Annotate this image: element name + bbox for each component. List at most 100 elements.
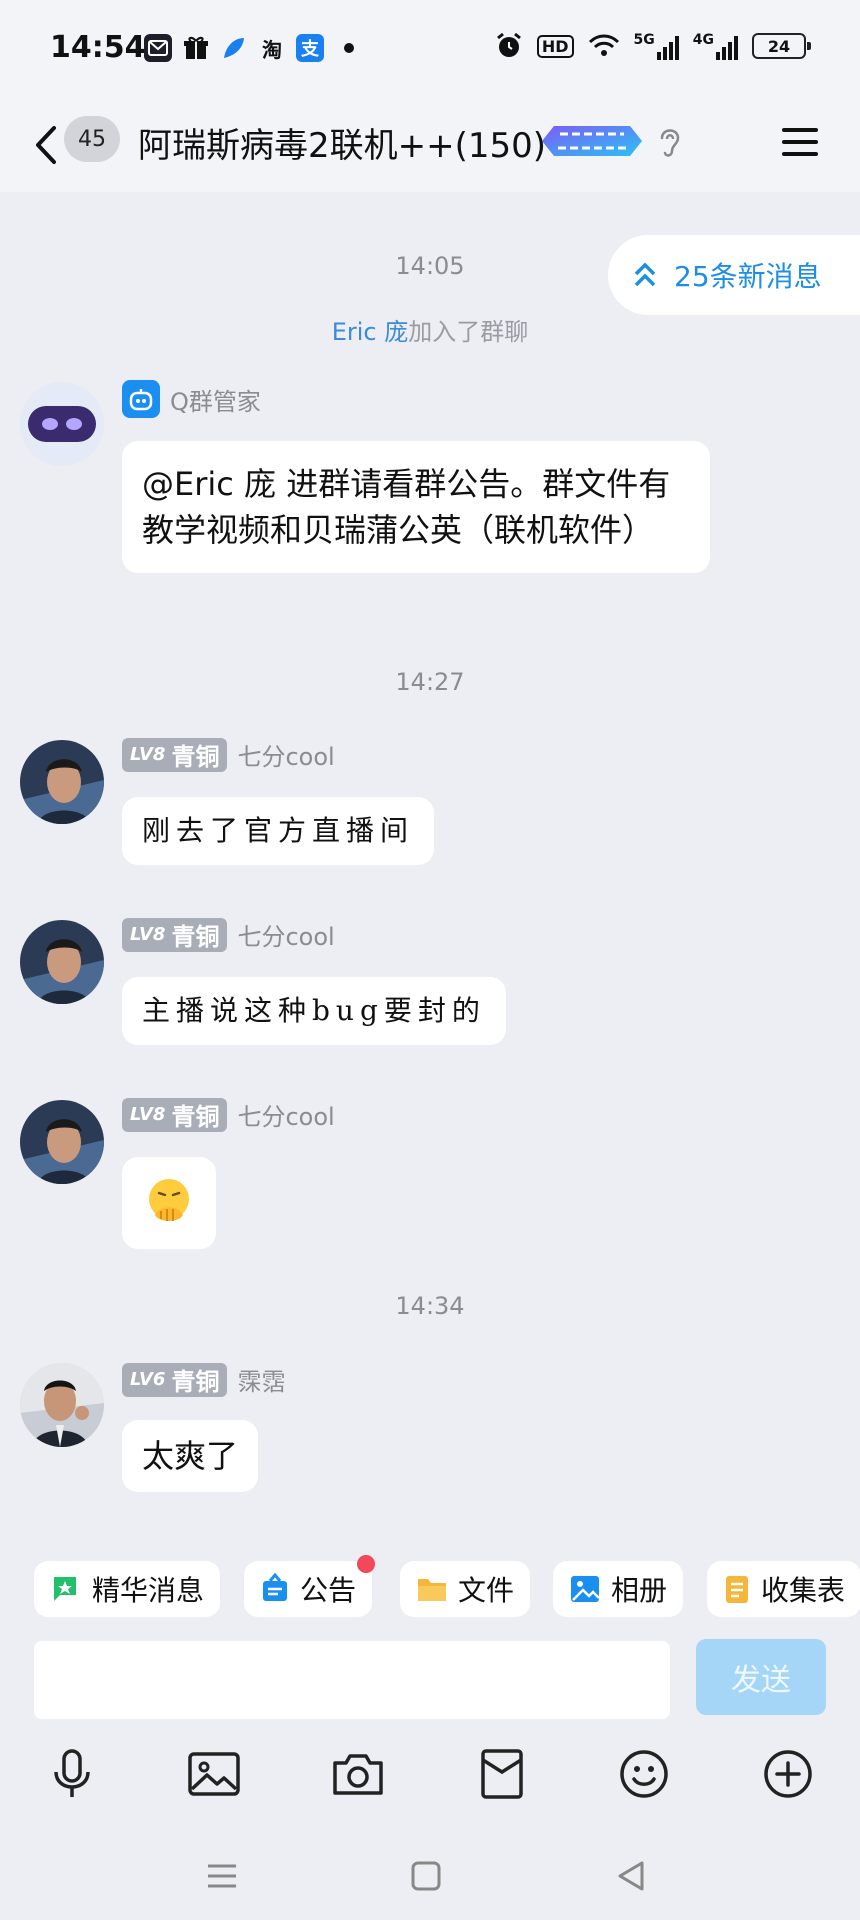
user-avatar-photo [20,740,104,824]
feather-app-icon [220,34,248,62]
message-input[interactable] [34,1641,670,1719]
sender-row: LV8 青铜 七分cool [122,1097,335,1132]
sender-name[interactable]: 霂霑 [237,1362,285,1397]
signal-4g-icon: 4G [693,32,738,60]
battery-level: 24 [767,36,791,56]
timestamp: 14:34 [395,1292,465,1320]
sender-row: LV6 青铜 霂霑 [122,1362,285,1397]
signal-4g-label: 4G [692,32,714,48]
level-badge: LV8 青铜 [122,1097,228,1132]
message-bubble[interactable]: 太爽了 [122,1420,259,1492]
notification-icons: 淘 支 [144,34,354,62]
message-bubble[interactable]: 刚去了官方直播间 [122,797,435,865]
robot-avatar-icon [20,382,104,466]
new-messages-button[interactable]: 25条新消息 [608,235,860,315]
more-notifications-dot [344,43,354,53]
back-nav-icon[interactable] [612,1856,652,1896]
tag-album[interactable]: 相册 [553,1561,684,1617]
camera-icon [333,1754,383,1795]
group-level-badge-icon [542,126,642,156]
gift-app-icon [182,34,210,62]
level-rank: 青铜 [171,1103,220,1131]
tag-collection-form[interactable]: 收集表 [707,1561,860,1617]
red-packet-button[interactable] [472,1744,532,1804]
level-number: LV8 [130,744,166,765]
taobao-app-icon: 淘 [262,37,282,62]
hd-icon: HD [536,34,574,58]
sender-name[interactable]: Q群管家 [170,382,261,417]
ear-mode-icon[interactable] [656,124,684,160]
battery-icon: 24 [752,33,811,59]
level-number: LV8 [130,924,166,945]
tag-files[interactable]: 文件 [400,1561,531,1617]
highlight-flag-icon [54,1577,76,1601]
avatar[interactable] [20,1363,104,1447]
menu-nav-icon[interactable] [202,1856,242,1896]
microphone-icon [54,1749,90,1797]
camera-button[interactable] [328,1744,388,1804]
status-bar: 14:54 淘 支 HD 5G 4G 24 [0,0,860,100]
back-icon[interactable] [28,122,68,168]
system-message-user[interactable]: Eric 庞 [332,318,409,346]
level-rank: 青铜 [171,923,220,951]
bot-icon [122,380,160,418]
tag-announcement[interactable]: 公告 [244,1561,373,1617]
alarm-icon [496,32,521,57]
tag-label: 文件 [458,1574,515,1607]
emoji-icon [620,1750,668,1798]
new-messages-label: 25条新消息 [674,260,822,293]
avatar[interactable] [20,920,104,1004]
status-time: 14:54 [50,30,146,65]
tag-highlight-messages[interactable]: 精华消息 [34,1561,221,1617]
avatar[interactable] [20,382,104,466]
group-title[interactable]: 阿瑞斯病毒2联机++(150) [138,118,546,167]
level-badge: LV8 青铜 [122,737,228,772]
input-bar: 发送 [0,1637,860,1727]
level-number: LV6 [130,1369,166,1390]
tag-label: 公告 [300,1574,357,1607]
quick-tags-bar: 精华消息 公告 文件 相册 收集表 [0,1547,860,1637]
signal-5g-label: 5G [633,32,655,48]
alipay-app-icon: 支 [296,34,324,62]
system-nav-bar [0,1828,860,1920]
send-button[interactable]: 发送 [696,1639,826,1715]
home-nav-icon[interactable] [406,1856,446,1896]
chat-header: 45 阿瑞斯病毒2联机++(150) [0,100,860,192]
level-badge: LV8 青铜 [122,917,228,952]
user-avatar-photo [20,1100,104,1184]
user-avatar-photo [20,920,104,1004]
tag-label: 收集表 [761,1574,846,1607]
album-icon [571,1576,600,1602]
unread-count-badge[interactable]: 45 [64,116,120,162]
message-bubble[interactable] [122,1157,216,1249]
system-message: Eric 庞加入了群聊 [0,312,860,347]
avatar[interactable] [20,1100,104,1184]
tag-label: 相册 [611,1574,668,1607]
emoji-button[interactable] [614,1744,674,1804]
level-rank: 青铜 [171,743,220,771]
chat-area[interactable]: 14:05 25条新消息 Eric 庞加入了群聊 Q群管家 @Eric 庞 进群… [0,192,860,1547]
face-with-hand-over-mouth-emoji-icon [149,1179,189,1221]
wifi-icon [588,34,619,56]
sender-row: LV8 青铜 七分cool [122,737,335,772]
level-badge: LV6 青铜 [122,1362,228,1397]
sender-name[interactable]: 七分cool [237,917,334,952]
user-avatar-photo [20,1363,104,1447]
plus-icon [764,1750,812,1798]
envelope-app-icon [144,34,172,62]
system-message-action: 加入了群聊 [408,318,529,346]
input-toolbar [0,1728,860,1828]
gallery-button[interactable] [184,1744,244,1804]
message-bubble[interactable]: 主播说这种bug要封的 [122,977,506,1045]
unread-dot [357,1555,375,1573]
sender-name[interactable]: 七分cool [237,737,334,772]
announcement-icon [263,1573,287,1601]
more-button[interactable] [758,1744,818,1804]
voice-button[interactable] [42,1744,102,1804]
sender-row: Q群管家 [122,380,261,418]
message-bubble[interactable]: @Eric 庞 进群请看群公告。群文件有教学视频和贝瑞蒲公英（联机软件） [122,441,710,573]
menu-icon[interactable] [780,122,820,162]
sender-name[interactable]: 七分cool [237,1097,334,1132]
avatar[interactable] [20,740,104,824]
level-number: LV8 [130,1104,166,1125]
